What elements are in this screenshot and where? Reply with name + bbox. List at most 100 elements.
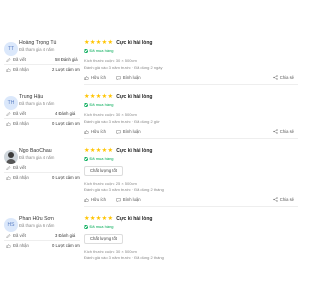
comment-label: Bình luận — [122, 197, 141, 202]
share-label: Chia sẻ — [279, 197, 294, 202]
share-button[interactable]: Chia sẻ — [273, 197, 294, 202]
rating-stars: ★ ★ ★ ★ ★ Cực kì hài lòng — [84, 39, 153, 46]
review-separator — [84, 84, 298, 85]
review-title: Cực kì hài lòng — [116, 94, 153, 100]
star-icon: ★ — [107, 39, 113, 46]
comment-button[interactable]: Bình luận — [116, 197, 141, 202]
review-date: Đánh giá vào 3 năm trước · Đã dùng 2 giờ — [84, 119, 160, 124]
star-icon: ★ — [95, 215, 102, 222]
comment-button[interactable]: Bình luận — [116, 75, 141, 80]
received-stat: Đã nhận — [6, 67, 29, 72]
avatar: TH — [4, 96, 18, 110]
written-value: 58 Đánh giá — [55, 57, 78, 62]
comment-button[interactable]: Bình luận — [116, 129, 141, 134]
rating-stars: ★ ★ ★ ★ ★ Cực kì hài lòng — [84, 147, 153, 154]
review-date: Đánh giá vào 3 năm trước · Đã dùng 2 thá… — [84, 187, 164, 192]
written-value: 3 Đánh giá — [55, 233, 76, 238]
comment-label: Bình luận — [122, 75, 141, 80]
size-attribute: Kích thước cuộn: 30 × 500cm — [84, 112, 137, 117]
useful-button[interactable]: Hữu ích — [84, 129, 106, 134]
written-stat: Đã viết — [6, 111, 26, 116]
star-icon: ★ — [107, 147, 113, 154]
written-label: Đã viết — [13, 233, 27, 238]
review-title: Cực kì hài lòng — [116, 216, 153, 222]
star-icon: ★ — [95, 93, 102, 100]
star-icon: ★ — [101, 147, 108, 154]
review-actions: Hữu ích Bình luận — [84, 75, 151, 80]
star-icon: ★ — [89, 39, 96, 46]
star-icon: ★ — [107, 215, 113, 222]
reviewer-name: Phan Hữu Sơn — [19, 216, 54, 222]
comment-icon — [116, 129, 121, 134]
received-label: Đã nhận — [13, 175, 29, 180]
written-stat: Đã viết — [6, 233, 26, 238]
reviewer-name: Ngo BaoChau — [19, 148, 52, 154]
received-label: Đã nhận — [13, 121, 29, 126]
star-icon: ★ — [84, 39, 90, 46]
received-label: Đã nhận — [13, 67, 29, 72]
useful-label: Hữu ích — [91, 129, 106, 134]
like-icon — [6, 175, 11, 180]
review-actions: Hữu ích Bình luận — [84, 197, 151, 202]
comment-icon — [116, 197, 121, 202]
avatar: HS — [4, 218, 18, 232]
review-title: Cực kì hài lòng — [116, 40, 153, 46]
review-separator — [84, 138, 298, 139]
like-icon — [84, 129, 89, 134]
review-date: Đánh giá vào 3 năm trước · Đã dùng 2 ngà… — [84, 65, 163, 70]
share-icon — [273, 197, 278, 202]
star-icon: ★ — [107, 93, 113, 100]
reviewer-joined: Đã tham gia 4 năm — [19, 47, 55, 52]
avatar-photo-body — [6, 159, 16, 164]
written-label: Đã viết — [13, 165, 27, 170]
avatar — [4, 150, 18, 164]
verified-badge: Đã mua hàng — [84, 102, 114, 107]
reviews-list: TT Hoàng Trọng Tú Đã tham gia 4 năm Đã v… — [0, 0, 300, 300]
written-value: 4 Đánh giá — [55, 111, 76, 116]
like-icon — [6, 243, 11, 248]
reviewer-joined: Đã tham gia 5 năm — [19, 101, 55, 106]
check-icon — [84, 156, 88, 161]
share-button[interactable]: Chia sẻ — [273, 75, 294, 80]
review-title: Cực kì hài lòng — [116, 148, 153, 154]
rating-stars: ★ ★ ★ ★ ★ Cực kì hài lòng — [84, 93, 153, 100]
reviewer-name: Trung Hậu — [19, 94, 44, 100]
useful-button[interactable]: Hữu ích — [84, 197, 106, 202]
divider — [4, 118, 80, 119]
review-separator — [84, 206, 298, 207]
comment-label: Bình luận — [122, 129, 141, 134]
check-icon — [84, 102, 88, 107]
star-icon: ★ — [101, 39, 108, 46]
reviewer-name: Hoàng Trọng Tú — [19, 40, 57, 46]
pencil-icon — [6, 165, 11, 170]
share-icon — [273, 129, 278, 134]
share-icon — [273, 75, 278, 80]
divider — [4, 172, 80, 173]
received-stat: Đã nhận — [6, 175, 29, 180]
useful-button[interactable]: Hữu ích — [84, 75, 106, 80]
verified-label: Đã mua hàng — [89, 102, 114, 107]
verified-label: Đã mua hàng — [89, 156, 114, 161]
written-stat: Đã viết — [6, 165, 26, 170]
size-attribute: Kích thước cuộn: 30 × 500cm — [84, 249, 137, 254]
review-date: Đánh giá vào 3 năm trước · Đã dùng 2 thá… — [84, 255, 164, 260]
verified-badge: Đã mua hàng — [84, 48, 114, 53]
star-icon: ★ — [84, 93, 90, 100]
share-button[interactable]: Chia sẻ — [273, 129, 294, 134]
divider — [4, 240, 80, 241]
star-icon: ★ — [95, 147, 102, 154]
attribute-chip: Chất lượng tốt — [84, 234, 123, 244]
rating-stars: ★ ★ ★ ★ ★ Cực kì hài lòng — [84, 215, 153, 222]
share-label: Chia sẻ — [279, 75, 294, 80]
attribute-chip: Chất lượng tốt — [84, 166, 123, 176]
check-icon — [84, 48, 88, 53]
size-attribute: Kích thước cuộn: 25 × 500cm — [84, 181, 137, 186]
share-label: Chia sẻ — [279, 129, 294, 134]
written-label: Đã viết — [13, 57, 27, 62]
star-icon: ★ — [84, 147, 90, 154]
star-icon: ★ — [101, 215, 108, 222]
pencil-icon — [6, 233, 11, 238]
like-icon — [84, 197, 89, 202]
written-label: Đã viết — [13, 111, 27, 116]
verified-label: Đã mua hàng — [89, 224, 114, 229]
